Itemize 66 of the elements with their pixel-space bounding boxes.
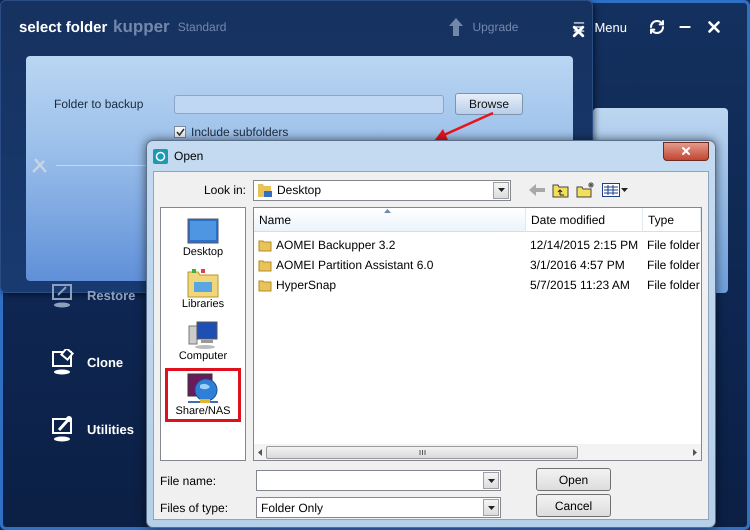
file-name-cell[interactable]: AOMEI Partition Assistant 6.0 — [254, 258, 526, 272]
look-in-label: Look in: — [202, 183, 247, 197]
dialog-button[interactable]: Cancel — [536, 494, 611, 517]
monitor-wrench-icon — [51, 416, 75, 443]
new-folder-icon[interactable] — [576, 182, 595, 198]
app-logo-icon — [153, 148, 168, 164]
app-title: kupper — [113, 17, 170, 37]
dialog-button[interactable]: Open — [536, 468, 611, 491]
scroll-left-icon[interactable] — [258, 448, 262, 456]
place-item[interactable]: Desktop — [165, 212, 241, 263]
dialog-title: Open — [174, 149, 204, 163]
checkbox-label: Include subfolders — [191, 125, 288, 139]
close-button[interactable] — [663, 142, 709, 160]
view-menu-icon[interactable] — [602, 183, 628, 197]
caret-icon — [488, 478, 494, 482]
close-icon[interactable] — [705, 18, 723, 36]
place-item[interactable]: Computer — [165, 316, 241, 367]
column-header[interactable]: Date modified — [526, 208, 643, 232]
monitor-clone-icon — [51, 349, 75, 376]
sort-arrow-icon — [384, 209, 391, 213]
column-header[interactable]: Type — [643, 208, 701, 232]
field-label: Folder to backup — [54, 97, 144, 111]
caret-icon — [488, 506, 494, 510]
file-type-label: Files of type: — [160, 500, 230, 514]
file-type-dropdown[interactable]: Folder Only — [256, 497, 501, 518]
horizontal-scrollbar[interactable] — [254, 444, 701, 460]
file-name-label: File name: — [160, 474, 218, 488]
caret-icon — [498, 188, 504, 192]
date-cell-text: 3/1/2016 4:57 PM — [529, 258, 626, 272]
checkbox[interactable] — [174, 126, 186, 138]
place-item[interactable]: Share/NAS — [165, 368, 241, 422]
type-cell-text: File folder — [646, 258, 701, 272]
dialog-title: select folder — [19, 19, 108, 36]
grip-icon — [418, 450, 426, 454]
desktop-icon — [187, 218, 219, 246]
file-name-cell[interactable]: HyperSnap — [254, 278, 526, 292]
type-cell-text: File folder — [646, 278, 701, 292]
refresh-icon[interactable] — [649, 19, 665, 35]
folder-icon — [258, 258, 272, 272]
computer-icon — [187, 320, 219, 350]
annotation-arrow — [432, 111, 496, 143]
type-cell-text: File folder — [646, 238, 701, 252]
upload-arrow-icon — [448, 18, 464, 36]
desktop-folder-icon — [257, 182, 273, 198]
date-cell-text: 5/7/2015 11:23 AM — [529, 278, 631, 292]
nav-item[interactable]: Clone — [51, 348, 136, 377]
file-name-field[interactable] — [256, 470, 501, 491]
folder-icon — [258, 238, 272, 252]
folder-input-field[interactable] — [174, 94, 444, 114]
nav-item[interactable]: Utilities — [51, 415, 136, 444]
menu-label[interactable]: Menu — [594, 20, 627, 34]
date-cell-text: 12/14/2015 2:15 PM — [529, 238, 640, 252]
network-globe-icon — [186, 373, 220, 405]
column-header[interactable]: Name — [254, 208, 526, 232]
look-in-dropdown[interactable]: Desktop — [253, 180, 511, 200]
browse-button[interactable]: Browse — [455, 93, 523, 115]
monitor-restore-icon — [51, 282, 75, 309]
edition-label: Standard — [178, 20, 226, 34]
nav-item[interactable]: Restore — [51, 281, 136, 310]
menu-icon[interactable] — [572, 20, 586, 34]
folder-icon — [258, 278, 272, 292]
up-folder-icon[interactable] — [552, 182, 569, 198]
place-item[interactable]: Libraries — [165, 264, 241, 315]
libraries-icon — [187, 268, 219, 298]
scroll-right-icon[interactable] — [693, 448, 697, 456]
file-name-cell[interactable]: AOMEI Backupper 3.2 — [254, 238, 526, 252]
